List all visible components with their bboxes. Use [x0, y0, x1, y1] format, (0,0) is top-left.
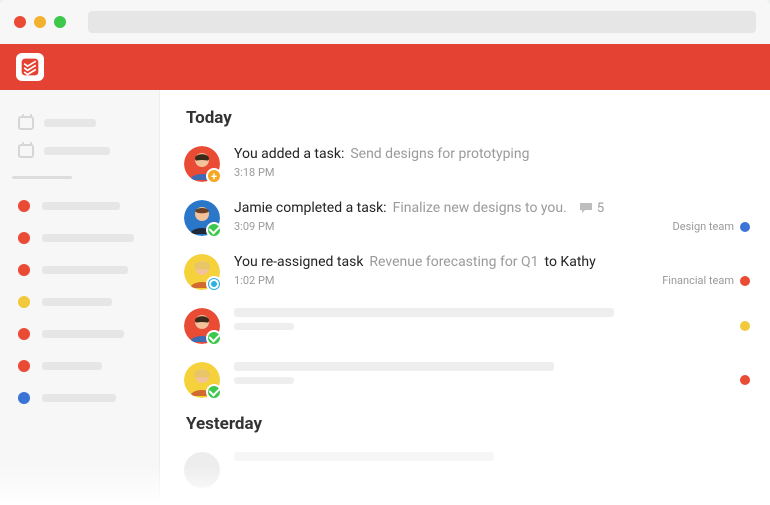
comment-indicator[interactable]: 5	[579, 201, 604, 216]
sidebar-project-item[interactable]	[18, 257, 145, 283]
activity-text: Jamie completed a task: Finalize new des…	[234, 200, 750, 216]
team-color-dot	[740, 375, 750, 385]
avatar	[184, 452, 220, 488]
project-color-dot	[18, 328, 30, 340]
activity-item[interactable]	[184, 300, 750, 354]
project-color-dot	[18, 360, 30, 372]
calendar-icon	[18, 144, 34, 158]
sidebar-divider	[12, 176, 72, 179]
sidebar	[0, 90, 160, 505]
comment-icon	[579, 202, 593, 214]
team-tag[interactable]: Design team	[673, 220, 750, 233]
activity-time: 1:02 PM	[234, 274, 274, 287]
minimize-window-dot[interactable]	[34, 16, 46, 28]
assign-badge-icon	[206, 276, 222, 292]
sidebar-project-item[interactable]	[18, 321, 145, 347]
traffic-lights	[14, 16, 66, 28]
todoist-logo-icon	[20, 57, 40, 77]
placeholder-text	[42, 202, 120, 210]
project-color-dot	[18, 232, 30, 244]
sidebar-project-item[interactable]	[18, 193, 145, 219]
browser-chrome	[0, 0, 770, 44]
project-color-dot	[18, 296, 30, 308]
maximize-window-dot[interactable]	[54, 16, 66, 28]
avatar	[184, 362, 220, 398]
sidebar-project-item[interactable]	[18, 385, 145, 411]
avatar	[184, 254, 220, 290]
activity-item[interactable]: Jamie completed a task: Finalize new des…	[184, 192, 750, 246]
section-heading-today: Today	[186, 108, 750, 128]
activity-item[interactable]	[184, 444, 750, 498]
activity-text: You re-assigned task Revenue forecasting…	[234, 254, 750, 270]
placeholder-text	[42, 234, 134, 242]
app-header	[0, 44, 770, 90]
team-color-dot	[740, 321, 750, 331]
activity-time: 3:18 PM	[234, 166, 274, 179]
add-badge-icon: +	[206, 168, 222, 184]
placeholder-text	[42, 298, 112, 306]
activity-item[interactable]: + You added a task: Send designs for pro…	[184, 138, 750, 192]
check-badge-icon	[206, 330, 222, 346]
address-bar[interactable]	[88, 11, 756, 33]
avatar	[184, 200, 220, 236]
sidebar-project-item[interactable]	[18, 225, 145, 251]
section-heading-yesterday: Yesterday	[186, 414, 750, 434]
sidebar-project-item[interactable]	[18, 289, 145, 315]
avatar	[184, 308, 220, 344]
sidebar-nav-item[interactable]	[18, 112, 145, 134]
calendar-icon	[18, 116, 34, 130]
close-window-dot[interactable]	[14, 16, 26, 28]
activity-time: 3:09 PM	[234, 220, 274, 233]
sidebar-nav-item[interactable]	[18, 140, 145, 162]
activity-feed: Today + You added a task: Send designs f…	[160, 90, 770, 505]
project-color-dot	[18, 264, 30, 276]
placeholder-text	[44, 119, 96, 127]
activity-item[interactable]	[184, 354, 750, 408]
team-color-dot	[740, 222, 750, 232]
placeholder-text	[42, 362, 102, 370]
team-color-dot	[740, 276, 750, 286]
activity-item[interactable]: You re-assigned task Revenue forecasting…	[184, 246, 750, 300]
team-tag[interactable]: Financial team	[662, 274, 750, 287]
placeholder-text	[42, 330, 124, 338]
placeholder-text	[42, 266, 128, 274]
project-color-dot	[18, 392, 30, 404]
app-main: Today + You added a task: Send designs f…	[0, 90, 770, 505]
sidebar-project-item[interactable]	[18, 353, 145, 379]
todoist-logo[interactable]	[16, 53, 44, 81]
placeholder-text	[42, 394, 116, 402]
activity-text: You added a task: Send designs for proto…	[234, 146, 750, 162]
project-color-dot	[18, 200, 30, 212]
avatar: +	[184, 146, 220, 182]
placeholder-text	[44, 147, 110, 155]
check-badge-icon	[206, 384, 222, 400]
check-badge-icon	[206, 222, 222, 238]
